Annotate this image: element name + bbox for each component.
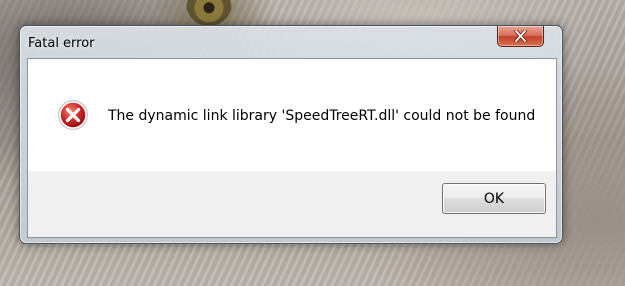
error-dialog: Fatal error The dynamic link library 'Sp… [19,25,563,244]
background-wallpaper [186,0,232,26]
close-icon [514,30,527,42]
message-area: The dynamic link library 'SpeedTreeRT.dl… [28,59,556,171]
dialog-content: The dynamic link library 'SpeedTreeRT.dl… [27,58,557,238]
ok-button[interactable]: OK [442,183,546,214]
error-icon [58,100,88,130]
title-bar[interactable]: Fatal error [20,26,562,58]
dialog-title: Fatal error [28,36,95,51]
button-bar: OK [28,171,556,237]
error-message: The dynamic link library 'SpeedTreeRT.dl… [108,108,536,124]
close-button[interactable] [497,26,544,47]
